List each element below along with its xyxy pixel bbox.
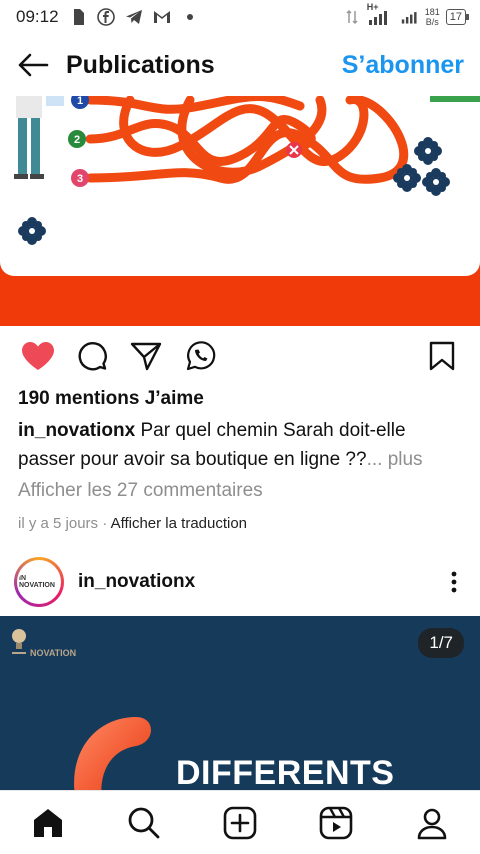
net-speed-value: 181 (424, 7, 440, 17)
home-icon (34, 808, 62, 837)
like-button[interactable] (18, 336, 58, 376)
maze-marker-3: 3 (71, 169, 89, 187)
post-image[interactable]: 1 2 3 (0, 96, 480, 326)
net-speed-unit: B/s (425, 17, 439, 27)
gmail-icon (153, 8, 171, 26)
comment-bubble-icon (78, 342, 107, 371)
caption-more-link[interactable]: ... plus (367, 449, 423, 470)
net-speed: 181 B/s (425, 7, 440, 27)
battery-icon: 17 (445, 9, 470, 25)
page-title: Publications (66, 50, 215, 79)
top-app-bar: Publications S’abonner (0, 34, 480, 96)
status-left: 09:12 (16, 7, 199, 27)
save-button[interactable] (422, 336, 462, 376)
share-button[interactable] (126, 336, 166, 376)
meta-separator: · (102, 515, 108, 532)
maze-paths (85, 96, 409, 184)
facebook-icon (96, 8, 115, 26)
post-timestamp: il y a 5 jours (18, 515, 99, 532)
view-comments-link[interactable]: Afficher les 27 commentaires (18, 480, 263, 502)
reels-icon (319, 806, 353, 839)
more-options-button[interactable] (442, 564, 466, 600)
search-icon (128, 807, 160, 838)
sim-card-icon (69, 8, 87, 26)
status-bar: 09:12 H+ 181 B/s 17 (0, 0, 480, 34)
maze-marker-1: 1 (71, 96, 89, 109)
nav-reels-button[interactable] (312, 799, 360, 847)
profile-icon (417, 808, 447, 839)
whatsapp-share-button[interactable] (180, 336, 220, 376)
arrow-left-icon (18, 53, 49, 77)
maze-number-1: 1 (77, 96, 83, 107)
avatar: IN NOVATION (17, 560, 61, 604)
notification-dot-icon (181, 8, 199, 26)
data-transfer-icon (343, 8, 361, 26)
brand-logo-text: NOVATION (30, 648, 77, 658)
signal-strength-2-icon (401, 8, 419, 26)
status-time: 09:12 (16, 7, 59, 26)
nav-search-button[interactable] (120, 799, 168, 847)
subscribe-button[interactable]: S’abonner (342, 51, 464, 80)
flower-decoration-icon (18, 137, 450, 245)
back-button[interactable] (16, 48, 50, 82)
lightbulb-icon (12, 629, 26, 654)
comment-button[interactable] (72, 336, 112, 376)
bottom-navigation (0, 790, 480, 854)
heart-filled-icon (22, 342, 54, 370)
next-post-username[interactable]: in_novationx (78, 571, 195, 593)
maze-number-3: 3 (77, 173, 83, 185)
paper-plane-icon (130, 342, 162, 371)
maze-marker-2: 2 (68, 130, 86, 148)
status-right: H+ 181 B/s 17 (343, 2, 470, 27)
whatsapp-icon (186, 341, 216, 371)
post-actions (0, 326, 480, 386)
nav-create-button[interactable] (216, 799, 264, 847)
nav-profile-button[interactable] (408, 799, 456, 847)
caption-username[interactable]: in_novationx (18, 420, 135, 441)
brand-logo: NOVATION (10, 626, 76, 660)
signal-strength-icon: H+ (367, 2, 395, 26)
next-post-header: IN NOVATION in_novationx (0, 552, 480, 612)
slide-headline: DIFFERENTS (176, 754, 395, 790)
avatar-text: IN NOVATION (19, 575, 55, 589)
translate-link[interactable]: Afficher la traduction (111, 515, 247, 532)
nav-home-button[interactable] (24, 799, 72, 847)
post-caption: in_novationx Par quel chemin Sarah doit-… (18, 416, 466, 474)
battery-level: 17 (449, 11, 462, 23)
maze-illustration: 1 2 3 (0, 96, 480, 276)
maze-number-2: 2 (74, 134, 80, 146)
close-marker-icon (286, 142, 302, 158)
person-illustration (14, 96, 64, 179)
carousel-page-indicator: 1/7 (418, 628, 464, 658)
more-vertical-icon (451, 571, 457, 593)
avatar-story-ring[interactable]: IN NOVATION (14, 557, 64, 607)
telegram-icon (125, 8, 143, 26)
decorative-arc-shape (74, 717, 151, 790)
plus-square-icon (223, 806, 257, 839)
post-meta: il y a 5 jours · Afficher la traduction (18, 515, 247, 532)
bookmark-icon (429, 341, 455, 371)
next-post-image[interactable]: NOVATION 1/7 DIFFERENTS (0, 616, 480, 790)
likes-count[interactable]: 190 mentions J’aime (18, 388, 204, 410)
network-type-label: H+ (366, 2, 379, 12)
